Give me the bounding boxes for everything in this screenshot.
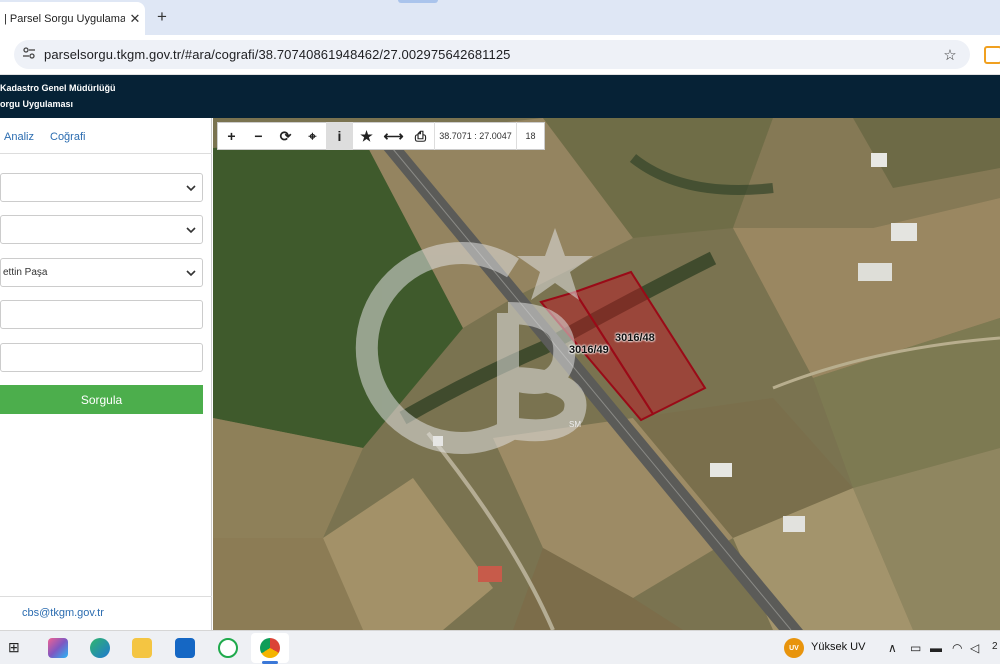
- outlook-icon[interactable]: [175, 638, 195, 658]
- favorite-star-icon[interactable]: ★: [353, 122, 380, 150]
- tab-title: | Parsel Sorgu Uygulaması: [4, 12, 125, 25]
- site-title-line1: Kadastro Genel Müdürlüğü: [0, 83, 116, 93]
- battery-icon[interactable]: ▬: [930, 641, 942, 655]
- chevron-down-icon: [186, 270, 196, 277]
- os-taskbar: ⊞ UV Yüksek UV ∧ ▭ ▬ ◠ ◁ 2: [0, 630, 1000, 664]
- address-bar[interactable]: parselsorgu.tkgm.gov.tr/#ara/cografi/38.…: [14, 40, 970, 69]
- site-settings-icon[interactable]: [14, 46, 44, 63]
- site-title-line2: orgu Uygulaması: [0, 99, 74, 109]
- wifi-icon[interactable]: ◠: [952, 641, 962, 655]
- new-tab-button[interactable]: +: [152, 7, 172, 27]
- tabstrip-accent: [398, 0, 438, 3]
- show-hidden-icons-chevron-icon[interactable]: ∧: [888, 641, 897, 655]
- neighborhood-select[interactable]: ettin Paşa: [0, 258, 203, 287]
- tab-analiz[interactable]: Analiz: [4, 131, 34, 143]
- clock[interactable]: 2: [992, 641, 998, 652]
- tab-cografi[interactable]: Coğrafi: [50, 131, 85, 143]
- block-input[interactable]: [0, 300, 203, 329]
- copilot-icon[interactable]: [48, 638, 68, 658]
- query-button[interactable]: Sorgula: [0, 385, 203, 414]
- map-view[interactable]: + − ⟳ ⌖ i ★ ⟷ ⎙ 38.7071 : 27.0047 18 301…: [213, 118, 1000, 630]
- query-panel: Analiz Coğrafi ettin Paşa Sorgula cbs@tk…: [0, 118, 212, 630]
- whatsapp-icon[interactable]: [218, 638, 238, 658]
- zoom-in-button[interactable]: +: [218, 122, 245, 150]
- address-url[interactable]: parselsorgu.tkgm.gov.tr/#ara/cografi/38.…: [44, 47, 930, 62]
- weather-text[interactable]: Yüksek UV: [811, 641, 865, 653]
- neighborhood-select-value: ettin Paşa: [3, 267, 48, 278]
- zoom-level-readout: 18: [516, 122, 544, 150]
- browser-tab-active[interactable]: | Parsel Sorgu Uygulaması ✕: [0, 2, 145, 35]
- contact-email-link[interactable]: cbs@tkgm.gov.tr: [22, 607, 104, 619]
- bookmark-star-icon[interactable]: ☆: [930, 46, 970, 64]
- print-icon[interactable]: ⎙: [407, 122, 434, 150]
- parcel-label-3016-48: 3016/48: [615, 332, 655, 344]
- province-select[interactable]: [0, 173, 203, 202]
- district-select[interactable]: [0, 215, 203, 244]
- screen-icon[interactable]: ▭: [910, 641, 921, 655]
- refresh-icon[interactable]: ⟳: [272, 122, 299, 150]
- volume-icon[interactable]: ◁: [970, 641, 979, 655]
- browser-tabstrip: | Parsel Sorgu Uygulaması ✕ +: [0, 0, 1000, 35]
- coordinate-readout: 38.7071 : 27.0047: [434, 122, 516, 150]
- chevron-down-icon: [186, 185, 196, 192]
- watermark-sm-text: SM: [569, 420, 581, 429]
- tab-close-icon[interactable]: ✕: [125, 11, 145, 27]
- locate-icon[interactable]: ⌖: [299, 122, 326, 150]
- chevron-down-icon: [186, 227, 196, 234]
- site-header: Kadastro Genel Müdürlüğü orgu Uygulaması: [0, 75, 1000, 118]
- weather-badge-icon[interactable]: UV: [784, 638, 804, 658]
- browser-toolbar: parselsorgu.tkgm.gov.tr/#ara/cografi/38.…: [0, 35, 1000, 75]
- widgets-icon[interactable]: ⊞: [8, 639, 20, 656]
- map-toolbar: + − ⟳ ⌖ i ★ ⟷ ⎙ 38.7071 : 27.0047 18: [217, 122, 545, 150]
- edge-browser-icon[interactable]: [90, 638, 110, 658]
- panel-footer: cbs@tkgm.gov.tr: [0, 596, 212, 630]
- parcel-label-3016-49: 3016/49: [569, 344, 609, 356]
- info-icon[interactable]: i: [326, 122, 353, 150]
- parcel-input[interactable]: [0, 343, 203, 372]
- extension-icon[interactable]: [984, 46, 1000, 64]
- aerial-imagery: [213, 118, 1000, 630]
- zoom-out-button[interactable]: −: [245, 122, 272, 150]
- measure-icon[interactable]: ⟷: [380, 122, 407, 150]
- chrome-icon[interactable]: [260, 638, 280, 658]
- file-explorer-icon[interactable]: [132, 638, 152, 658]
- panel-tabs: Analiz Coğrafi: [0, 118, 212, 154]
